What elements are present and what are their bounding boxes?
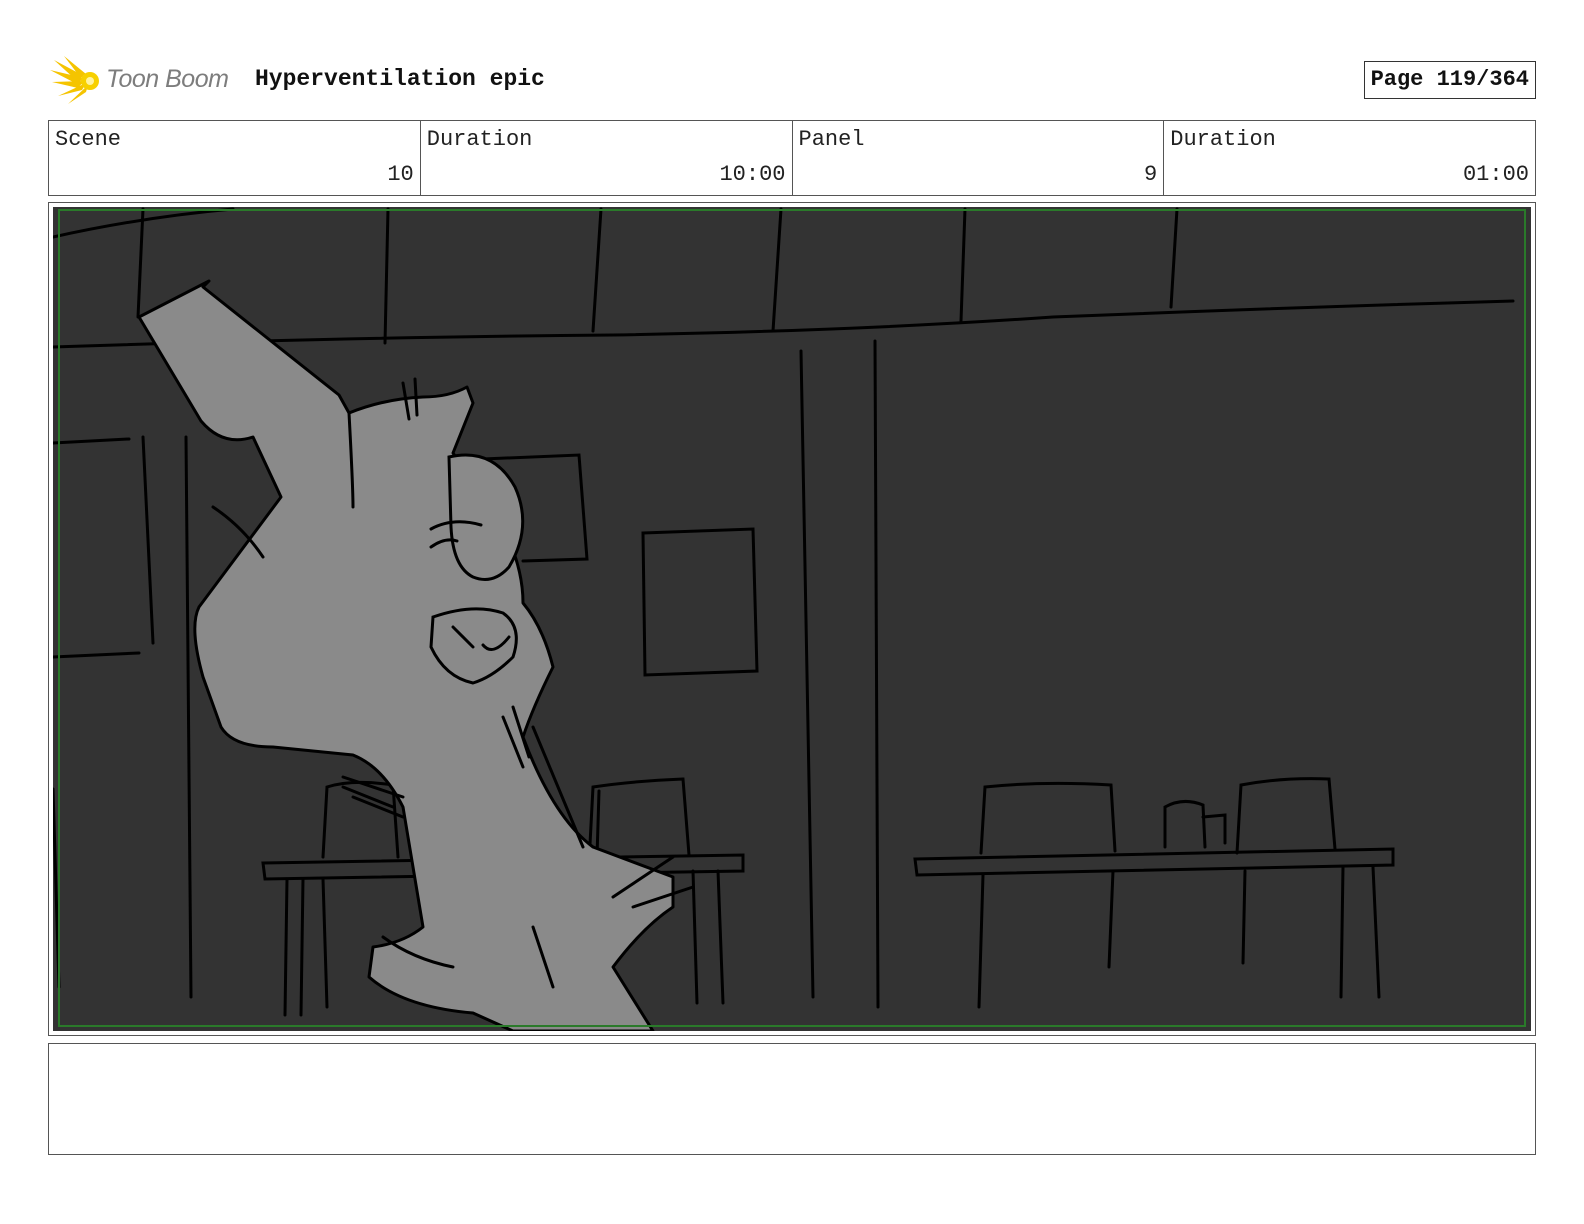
page-number: Page 119/364 <box>1363 61 1536 99</box>
panel-frame <box>48 202 1536 1036</box>
panel-notes <box>48 1043 1536 1155</box>
sketch-drawing <box>53 207 1531 1031</box>
panel-cell: Panel 9 <box>793 121 1165 195</box>
starburst-icon <box>50 56 99 104</box>
scene-info-table: Scene 10 Duration 10:00 Panel 9 Duration… <box>48 120 1536 196</box>
logo-wordmark: Toon Boom <box>106 65 229 93</box>
scene-label: Scene <box>55 127 122 152</box>
panel-duration-label: Duration <box>1170 127 1276 152</box>
scene-duration-cell: Duration 10:00 <box>421 121 793 195</box>
toon-boom-logo: Toon Boom <box>50 56 240 106</box>
storyboard-header: Toon Boom Hyperventilation epic Page 119… <box>48 56 1536 106</box>
scene-cell: Scene 10 <box>49 121 421 195</box>
panel-duration-cell: Duration 01:00 <box>1164 121 1535 195</box>
panel-label: Panel <box>798 127 865 152</box>
project-title: Hyperventilation epic <box>255 66 545 92</box>
panel-value: 9 <box>1144 162 1158 187</box>
panel-sketch <box>53 207 1531 1031</box>
panel-duration-value: 01:00 <box>1462 162 1529 187</box>
scene-duration-label: Duration <box>426 127 533 152</box>
scene-value: 10 <box>387 162 414 187</box>
scene-duration-value: 10:00 <box>719 162 786 187</box>
